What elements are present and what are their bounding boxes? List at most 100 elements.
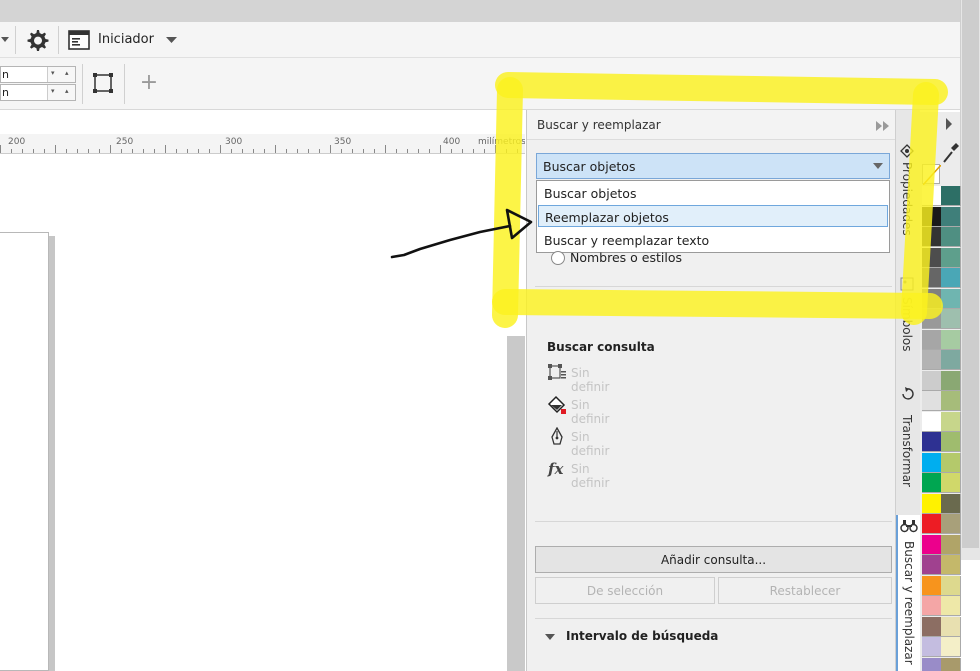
color-swatch[interactable] — [922, 370, 942, 391]
ruler-tick — [385, 145, 386, 153]
scrollbar-thumb[interactable] — [962, 0, 979, 548]
ruler-tick — [517, 149, 518, 153]
color-swatch[interactable] — [922, 186, 942, 206]
eyedropper-icon[interactable] — [942, 142, 960, 164]
dropdown-option[interactable]: Buscar y reemplazar texto — [538, 229, 888, 251]
color-swatch[interactable] — [922, 514, 942, 534]
bounding-box-icon[interactable] — [90, 70, 116, 96]
object-width-field[interactable]: n ▾ ▴ — [0, 66, 76, 83]
color-swatch[interactable] — [941, 186, 961, 206]
color-swatch[interactable] — [922, 575, 942, 596]
toolbar-separator — [15, 26, 16, 54]
reset-button[interactable]: Restablecer — [718, 577, 892, 604]
height-spin-arrows[interactable]: ▾ ▴ — [47, 85, 75, 100]
toolbar-separator — [124, 64, 125, 104]
color-swatch[interactable] — [941, 411, 961, 432]
from-selection-button[interactable]: De selección — [535, 577, 715, 604]
color-swatch[interactable] — [941, 227, 961, 247]
collapse-chevron-icon[interactable] — [545, 634, 555, 640]
search-mode-select[interactable]: Buscar objetos — [536, 153, 890, 179]
color-swatch[interactable] — [941, 391, 961, 411]
color-swatch[interactable] — [941, 309, 961, 329]
color-swatch[interactable] — [941, 514, 961, 534]
ruler-tick — [473, 149, 474, 153]
color-swatch[interactable] — [922, 411, 942, 432]
no-color-swatch[interactable] — [922, 164, 942, 186]
launcher-window-icon[interactable] — [67, 28, 91, 52]
launcher-label[interactable]: Iniciador — [98, 32, 154, 47]
color-swatch[interactable] — [941, 657, 961, 671]
color-swatch[interactable] — [922, 247, 942, 268]
width-spin-arrows[interactable]: ▾ ▴ — [47, 67, 75, 82]
color-swatch[interactable] — [941, 555, 961, 575]
tab-transform[interactable]: Transformar — [896, 385, 920, 495]
color-swatch[interactable] — [922, 350, 942, 370]
color-swatch[interactable] — [922, 534, 942, 555]
canvas-scrollbar[interactable] — [507, 336, 525, 671]
color-swatch[interactable] — [941, 493, 961, 514]
launcher-dropdown-chevron-icon[interactable] — [164, 35, 178, 45]
color-swatch[interactable] — [922, 657, 942, 671]
color-swatch[interactable] — [941, 637, 961, 657]
color-swatch[interactable] — [941, 452, 961, 473]
color-swatch[interactable] — [922, 227, 942, 247]
color-swatch[interactable] — [941, 616, 961, 637]
ruler-tick — [198, 149, 199, 153]
color-swatch[interactable] — [941, 350, 961, 370]
tab-properties[interactable]: Propiedades — [896, 140, 920, 258]
overflow-chevron-icon[interactable] — [0, 35, 10, 45]
app-vertical-scrollbar[interactable] — [960, 0, 980, 560]
add-query-button[interactable]: Añadir consulta... — [535, 546, 892, 573]
color-swatch[interactable] — [941, 206, 961, 227]
color-swatch[interactable] — [941, 473, 961, 493]
palette-scroll-arrow-icon[interactable] — [944, 118, 956, 132]
ruler-tick — [275, 145, 276, 153]
color-swatch[interactable] — [922, 616, 942, 637]
color-swatch[interactable] — [941, 596, 961, 616]
color-swatch[interactable] — [922, 432, 942, 452]
color-swatch[interactable] — [941, 247, 961, 268]
color-swatch[interactable] — [941, 534, 961, 555]
color-swatch[interactable] — [922, 493, 942, 514]
ruler-tick — [330, 145, 331, 153]
drawing-canvas[interactable] — [0, 155, 525, 671]
color-swatch[interactable] — [941, 288, 961, 309]
chevron-down-icon[interactable] — [873, 163, 883, 169]
ruler-tick — [165, 145, 166, 153]
color-swatch[interactable] — [922, 555, 942, 575]
expand-docker-icon[interactable] — [875, 119, 891, 133]
color-swatch[interactable] — [922, 596, 942, 616]
color-swatch[interactable] — [922, 637, 942, 657]
color-swatch[interactable] — [922, 288, 942, 309]
color-swatch[interactable] — [922, 206, 942, 227]
ruler-label: 400 — [443, 137, 461, 147]
ruler-tick — [242, 149, 243, 153]
color-swatch[interactable] — [922, 473, 942, 493]
tab-find-replace[interactable]: Buscar y reemplazar — [896, 515, 920, 671]
pen-nib-icon — [547, 426, 567, 447]
document-page[interactable] — [0, 232, 49, 671]
color-swatch[interactable] — [941, 370, 961, 391]
color-swatch[interactable] — [922, 452, 942, 473]
ruler-tick — [22, 149, 23, 153]
ruler-tick — [209, 149, 210, 153]
color-swatch[interactable] — [922, 391, 942, 411]
color-swatch[interactable] — [941, 432, 961, 452]
color-swatch[interactable] — [941, 329, 961, 350]
object-height-field[interactable]: n ▾ ▴ — [0, 84, 76, 101]
properties-icon — [900, 144, 914, 158]
ruler-tick — [484, 149, 485, 153]
options-gear-icon[interactable] — [24, 27, 50, 53]
color-swatch[interactable] — [941, 268, 961, 288]
add-plus-icon[interactable]: + — [138, 70, 160, 95]
color-swatch[interactable] — [922, 309, 942, 329]
ruler-tick — [88, 149, 89, 153]
color-swatch[interactable] — [922, 268, 942, 288]
color-swatch[interactable] — [941, 575, 961, 596]
dropdown-option[interactable]: Buscar objetos — [538, 182, 888, 204]
radio-button[interactable] — [551, 251, 565, 265]
color-swatch[interactable] — [922, 329, 942, 350]
tab-symbols[interactable]: Símbolos — [896, 275, 920, 375]
horizontal-ruler[interactable]: 200 250 300 350 400 milímetros — [0, 134, 525, 154]
dropdown-option-highlighted[interactable]: Reemplazar objetos — [538, 205, 888, 227]
